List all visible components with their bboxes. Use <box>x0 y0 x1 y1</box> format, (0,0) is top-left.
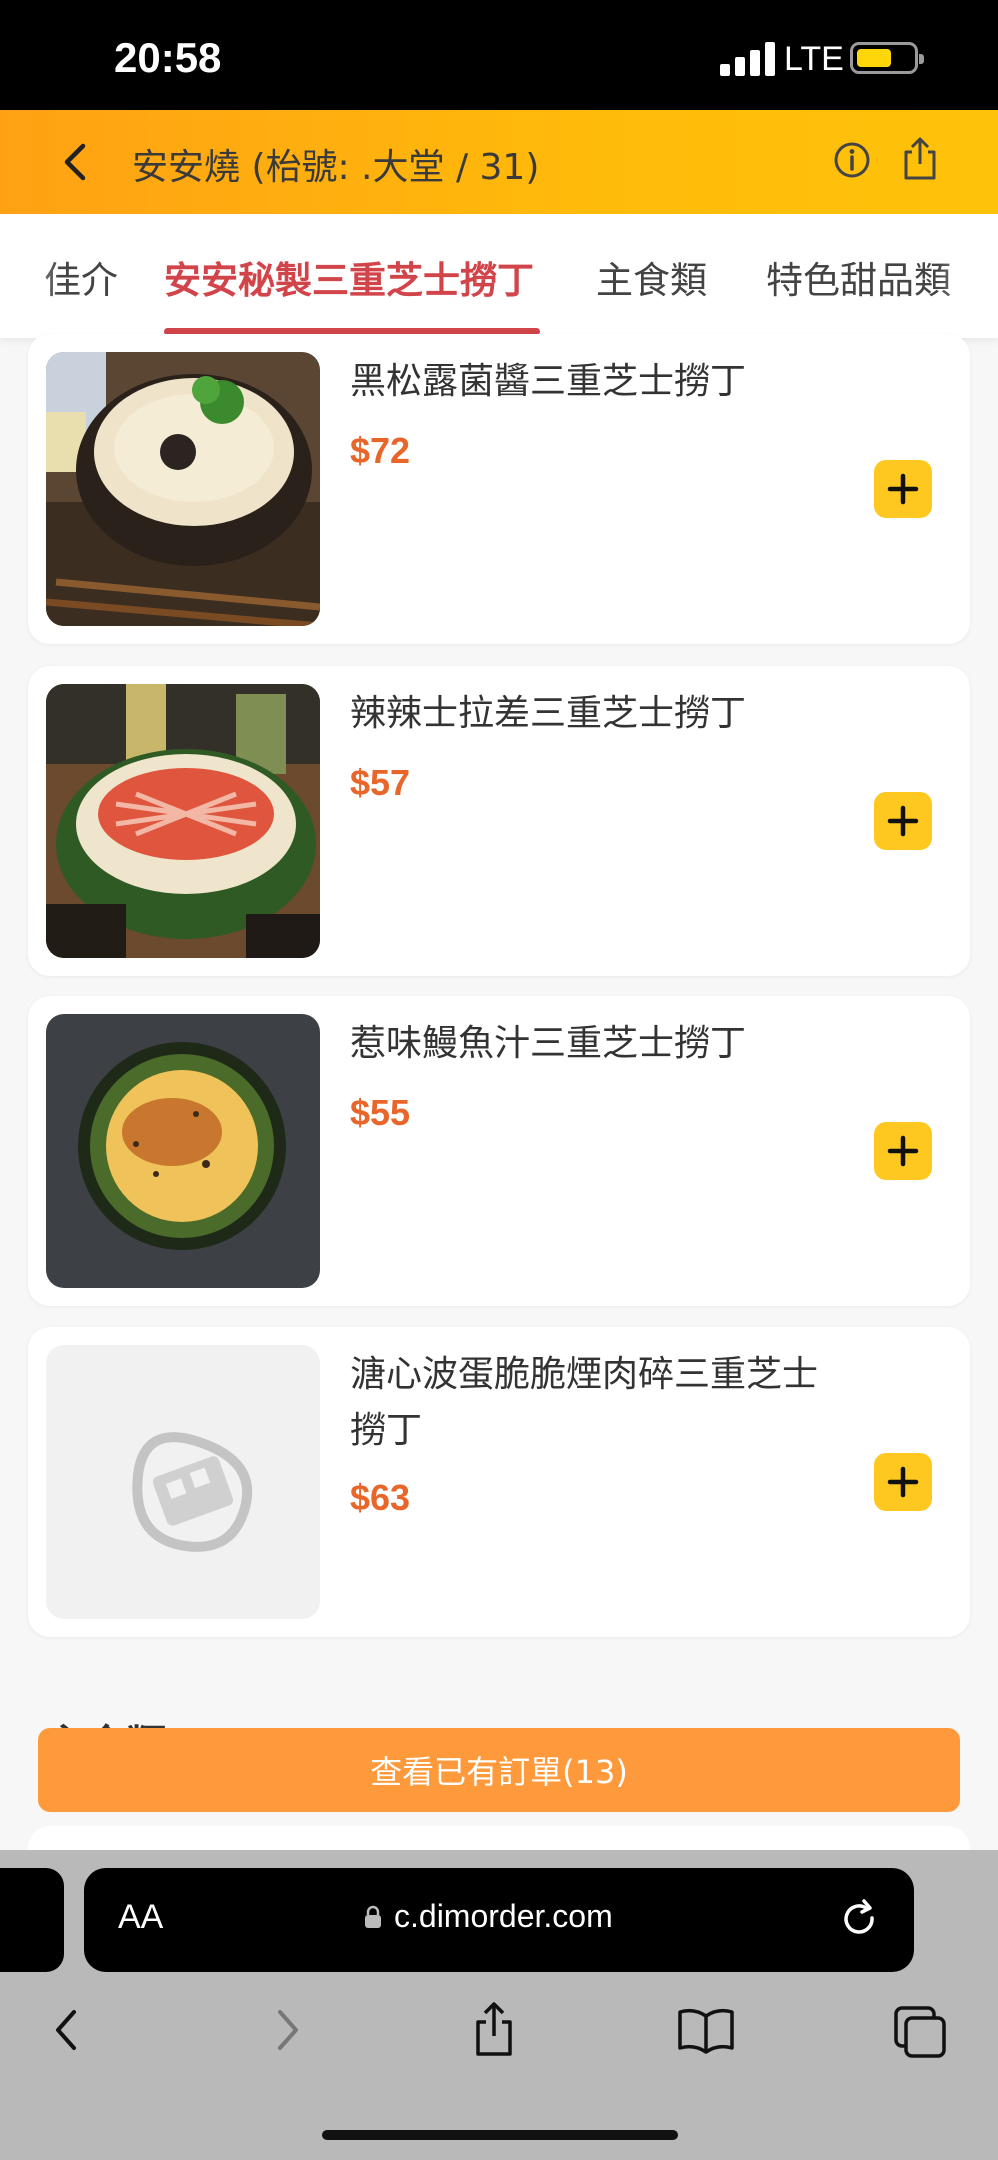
status-time: 20:58 <box>114 34 222 81</box>
dish-photo <box>46 684 320 958</box>
item-name: 黑松露菌醬三重芝士撈丁 <box>350 361 747 402</box>
previous-tab-preview[interactable] <box>0 1868 64 1972</box>
item-name: 溏心波蛋脆脆煙肉碎三重芝士撈丁 <box>350 1354 819 1451</box>
chevron-left-icon <box>56 2010 76 2050</box>
tabs-icon <box>894 2006 946 2058</box>
page-title: 安安燒 (枱號: .大堂 / 31) <box>132 147 540 188</box>
url-display[interactable]: c.dimorder.com <box>364 1898 613 1935</box>
plus-icon <box>887 805 919 837</box>
book-icon <box>678 2008 734 2054</box>
placeholder-logo-icon <box>132 1432 253 1552</box>
reload-icon <box>844 1899 874 1934</box>
plus-icon <box>887 473 919 505</box>
plus-icon <box>887 1466 919 1498</box>
category-tabs: 佳介 安安秘製三重芝士撈丁 主食類 特色甜品類 <box>0 214 998 338</box>
info-button[interactable] <box>830 138 874 182</box>
menu-item-card[interactable]: 黑松露菌醬三重芝士撈丁 $72 <box>28 334 970 644</box>
dish-photo <box>46 352 320 626</box>
tabs-fade-right <box>938 214 998 338</box>
store-header: 安安燒 (枱號: .大堂 / 31) <box>0 110 998 214</box>
share-button[interactable] <box>898 134 942 184</box>
tabs-fade-left <box>0 214 60 338</box>
item-name: 辣辣士拉差三重芝士撈丁 <box>350 693 747 734</box>
back-button[interactable] <box>52 140 96 184</box>
add-to-cart-button[interactable] <box>874 792 932 850</box>
info-icon <box>834 142 870 178</box>
browser-forward-button[interactable] <box>256 2000 316 2060</box>
add-to-cart-button[interactable] <box>874 1453 932 1511</box>
text-size-label: AA <box>118 1898 164 1936</box>
bookmarks-button[interactable] <box>676 2000 736 2060</box>
item-price: $57 <box>350 762 411 803</box>
add-to-cart-button[interactable] <box>874 1122 932 1180</box>
address-bar[interactable]: AA c.dimorder.com <box>84 1868 914 1972</box>
tab-desserts[interactable]: 特色甜品類 <box>766 250 951 304</box>
share-icon <box>904 137 936 180</box>
text-size-button[interactable]: AA <box>118 1898 163 1937</box>
browser-back-button[interactable] <box>38 2000 98 2060</box>
status-bar: 20:58 LTE <box>0 0 998 110</box>
chevron-left-icon <box>64 143 86 181</box>
item-name: 惹味鰻魚汁三重芝士撈丁 <box>350 1023 747 1064</box>
plus-icon <box>887 1135 919 1167</box>
dish-photo <box>46 1014 320 1288</box>
lock-icon <box>365 1905 381 1928</box>
chevron-right-icon <box>278 2010 298 2050</box>
battery-icon <box>850 42 924 74</box>
tabs-button[interactable] <box>890 2000 950 2060</box>
network-label: LTE <box>784 40 844 78</box>
signal-icon <box>720 42 776 76</box>
browser-toolbar: AA c.dimorder.com <box>0 1850 998 2160</box>
item-price: $72 <box>350 430 411 471</box>
share-icon <box>476 2002 512 2056</box>
menu-item-card[interactable]: 辣辣士拉差三重芝士撈丁 $57 <box>28 666 970 976</box>
reload-button[interactable] <box>836 1896 884 1944</box>
home-indicator <box>322 2130 678 2140</box>
browser-share-button[interactable] <box>464 2000 524 2060</box>
item-price: $55 <box>350 1092 411 1133</box>
browser-nav-row <box>0 2000 998 2080</box>
item-price: $63 <box>350 1477 411 1518</box>
tab-main-dishes[interactable]: 主食類 <box>596 250 707 304</box>
menu-item-card[interactable]: 溏心波蛋脆脆煙肉碎三重芝士撈丁 $63 <box>28 1327 970 1637</box>
dish-photo-placeholder <box>46 1345 320 1619</box>
tab-cheese-lo-ding[interactable]: 安安秘製三重芝士撈丁 <box>164 250 534 304</box>
url-text: c.dimorder.com <box>394 1898 613 1934</box>
add-to-cart-button[interactable] <box>874 460 932 518</box>
menu-item-card[interactable]: 惹味鰻魚汁三重芝士撈丁 $55 <box>28 996 970 1306</box>
view-orders-button[interactable]: 查看已有訂單(13) <box>38 1728 960 1812</box>
